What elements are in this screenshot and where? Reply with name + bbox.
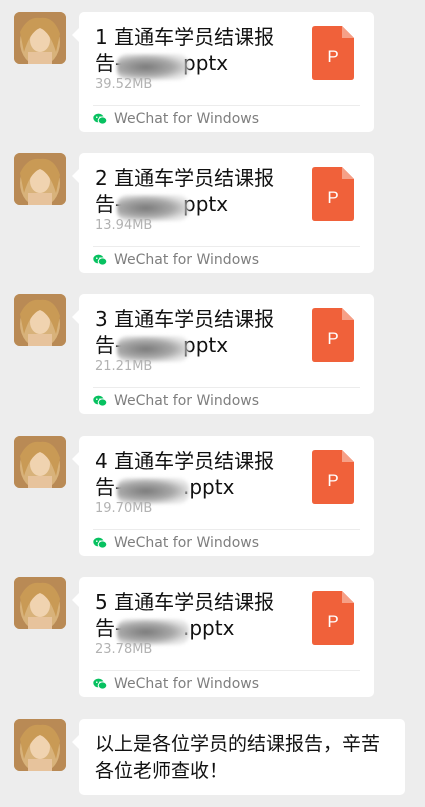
avatar[interactable] <box>14 719 66 771</box>
ppt-file-icon: P <box>312 308 354 362</box>
ppt-file-icon: P <box>312 167 354 221</box>
avatar[interactable] <box>14 436 66 488</box>
source-label: WeChat for Windows <box>93 535 259 551</box>
wechat-icon <box>93 113 108 125</box>
ppt-file-icon: P <box>312 26 354 80</box>
file-name: 3 直通车学员结课报 告- pptx <box>95 306 295 362</box>
svg-text:P: P <box>327 329 338 348</box>
source-label: WeChat for Windows <box>93 111 259 127</box>
file-name: 2 直通车学员结课报 告- pptx <box>95 165 295 221</box>
file-message-bubble[interactable]: 4 直通车学员结课报 告- .pptx 19.70MB P WeChat for… <box>72 436 374 556</box>
wechat-icon <box>93 395 108 407</box>
divider <box>93 529 360 530</box>
divider <box>93 387 360 388</box>
divider <box>93 246 360 247</box>
ppt-file-icon: P <box>312 591 354 645</box>
chat-window: 1 直通车学员结课报 告- pptx 39.52MB P WeChat for … <box>0 0 425 807</box>
file-size: 23.78MB <box>95 642 153 657</box>
text-message-bubble[interactable]: 以上是各位学员的结课报告，辛苦各位老师查收！ <box>72 719 405 795</box>
svg-text:P: P <box>327 188 338 207</box>
file-size: 39.52MB <box>95 77 153 92</box>
source-label: WeChat for Windows <box>93 252 259 268</box>
svg-text:P: P <box>327 471 338 490</box>
ppt-file-icon: P <box>312 450 354 504</box>
source-label: WeChat for Windows <box>93 676 259 692</box>
wechat-icon <box>93 537 108 549</box>
file-name: 1 直通车学员结课报 告- pptx <box>95 24 295 80</box>
file-size: 21.21MB <box>95 359 153 374</box>
file-name: 5 直通车学员结课报 告- .pptx <box>95 589 295 645</box>
file-message-bubble[interactable]: 2 直通车学员结课报 告- pptx 13.94MB P WeChat for … <box>72 153 374 273</box>
file-size: 19.70MB <box>95 501 153 516</box>
divider <box>93 105 360 106</box>
file-name: 4 直通车学员结课报 告- .pptx <box>95 448 295 504</box>
file-message-bubble[interactable]: 5 直通车学员结课报 告- .pptx 23.78MB P WeChat for… <box>72 577 374 697</box>
file-message-bubble[interactable]: 3 直通车学员结课报 告- pptx 21.21MB P WeChat for … <box>72 294 374 414</box>
avatar[interactable] <box>14 577 66 629</box>
avatar[interactable] <box>14 12 66 64</box>
svg-text:P: P <box>327 612 338 631</box>
source-label: WeChat for Windows <box>93 393 259 409</box>
file-message-bubble[interactable]: 1 直通车学员结课报 告- pptx 39.52MB P WeChat for … <box>72 12 374 132</box>
avatar[interactable] <box>14 294 66 346</box>
wechat-icon <box>93 254 108 266</box>
divider <box>93 670 360 671</box>
avatar[interactable] <box>14 153 66 205</box>
message-text: 以上是各位学员的结课报告，辛苦各位老师查收！ <box>95 733 381 782</box>
svg-text:P: P <box>327 47 338 66</box>
file-size: 13.94MB <box>95 218 153 233</box>
wechat-icon <box>93 678 108 690</box>
